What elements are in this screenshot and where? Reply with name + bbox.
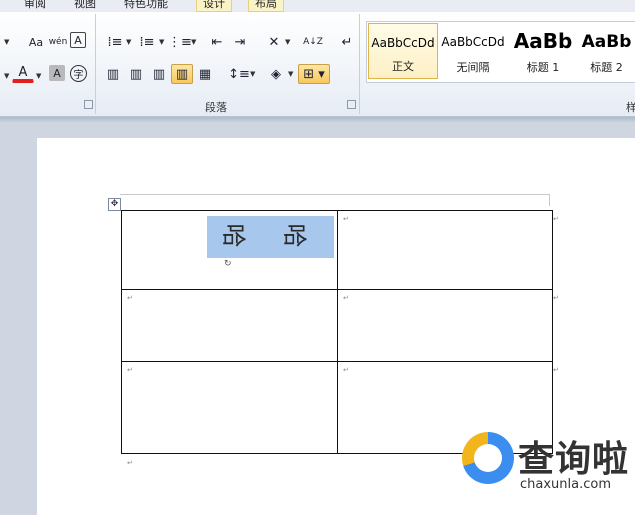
resize-cursor-icon: ↻ (224, 259, 232, 269)
cell-end-mark: ↵ (343, 294, 349, 302)
row-end-mark: ↵ (553, 215, 559, 223)
row-end-mark: ↵ (553, 294, 559, 302)
paragraph-mark: ↵ (127, 459, 133, 467)
watermark-brand: 查询啦 (518, 439, 630, 480)
cell-end-mark: ↵ (343, 366, 349, 374)
cell-end-mark: ↵ (343, 215, 349, 223)
row-end-mark: ↵ (553, 366, 559, 374)
cell-end-mark: ↵ (127, 294, 133, 302)
watermark-logo-icon (462, 432, 514, 484)
table-grid (121, 210, 553, 454)
cell-text-char-1[interactable]: 哈 (219, 224, 254, 248)
cell-end-mark: ↵ (127, 366, 133, 374)
watermark-url: chaxunla.com (520, 477, 611, 492)
cell-text-char-2[interactable]: 哈 (280, 224, 315, 248)
